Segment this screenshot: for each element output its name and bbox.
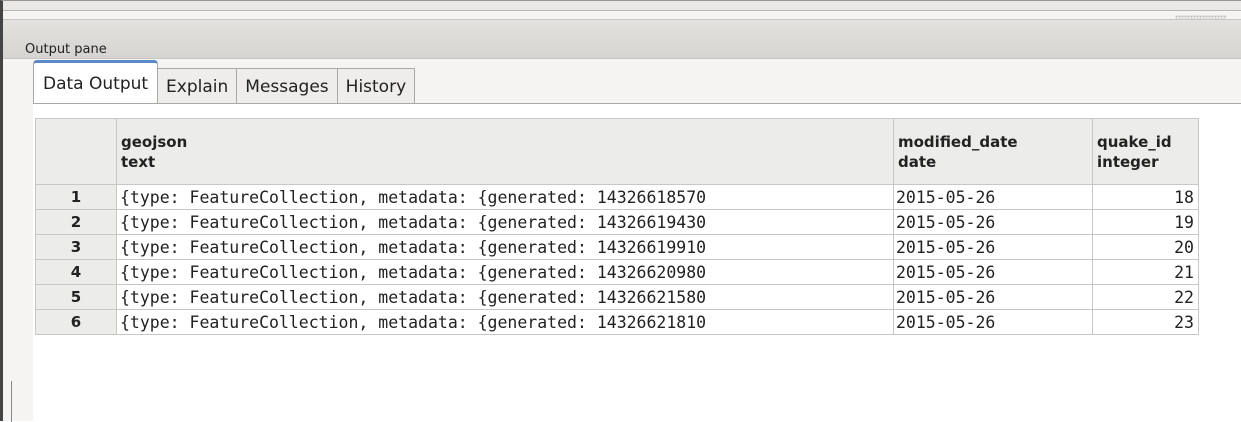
cell-geojson[interactable]: {type: FeatureCollection, metadata: {gen… xyxy=(116,259,894,285)
tab-messages[interactable]: Messages xyxy=(237,68,338,104)
results-grid: geojson text modified_date date quake_id… xyxy=(35,118,1199,335)
pane-splitter[interactable] xyxy=(3,1,1241,11)
cell-modified-date[interactable]: 2015-05-26 xyxy=(893,284,1093,310)
output-pane-window: Output pane Data Output Explain Messages… xyxy=(0,0,1241,422)
column-header-geojson[interactable]: geojson text xyxy=(116,118,894,185)
row-number[interactable]: 6 xyxy=(35,309,117,335)
grid-header-row: geojson text modified_date date quake_id… xyxy=(35,118,1199,185)
output-tabs: Data Output Explain Messages History xyxy=(33,59,416,104)
cell-geojson[interactable]: {type: FeatureCollection, metadata: {gen… xyxy=(116,309,894,335)
row-number[interactable]: 1 xyxy=(35,184,117,210)
grid-corner-cell[interactable] xyxy=(35,118,117,185)
cell-quake-id[interactable]: 18 xyxy=(1092,184,1199,210)
cell-quake-id[interactable]: 22 xyxy=(1092,284,1199,310)
pane-left-edge xyxy=(11,381,12,422)
row-number[interactable]: 3 xyxy=(35,234,117,260)
table-row[interactable]: 2 {type: FeatureCollection, metadata: {g… xyxy=(35,209,1199,235)
cell-quake-id[interactable]: 21 xyxy=(1092,259,1199,285)
column-type: integer xyxy=(1097,152,1159,171)
column-name: geojson xyxy=(121,132,188,151)
cell-geojson[interactable]: {type: FeatureCollection, metadata: {gen… xyxy=(116,234,894,260)
cell-geojson[interactable]: {type: FeatureCollection, metadata: {gen… xyxy=(116,184,894,210)
cell-quake-id[interactable]: 20 xyxy=(1092,234,1199,260)
column-name: modified_date xyxy=(898,132,1018,151)
tab-data-output[interactable]: Data Output xyxy=(33,60,159,104)
tab-history[interactable]: History xyxy=(337,68,416,104)
table-row[interactable]: 5 {type: FeatureCollection, metadata: {g… xyxy=(35,284,1199,310)
cell-modified-date[interactable]: 2015-05-26 xyxy=(893,234,1093,260)
cell-geojson[interactable]: {type: FeatureCollection, metadata: {gen… xyxy=(116,284,894,310)
column-type: text xyxy=(121,152,156,171)
column-name: quake_id xyxy=(1097,132,1172,151)
column-header-quake-id[interactable]: quake_id integer xyxy=(1092,118,1199,185)
table-row[interactable]: 1 {type: FeatureCollection, metadata: {g… xyxy=(35,184,1199,210)
row-number[interactable]: 4 xyxy=(35,259,117,285)
table-row[interactable]: 3 {type: FeatureCollection, metadata: {g… xyxy=(35,234,1199,260)
cell-modified-date[interactable]: 2015-05-26 xyxy=(893,259,1093,285)
cell-modified-date[interactable]: 2015-05-26 xyxy=(893,209,1093,235)
tab-explain[interactable]: Explain xyxy=(158,68,238,104)
pane-title: Output pane xyxy=(25,42,107,57)
table-row[interactable]: 4 {type: FeatureCollection, metadata: {g… xyxy=(35,259,1199,285)
column-type: date xyxy=(898,152,937,171)
row-number[interactable]: 5 xyxy=(35,284,117,310)
column-header-modified-date[interactable]: modified_date date xyxy=(893,118,1093,185)
cell-quake-id[interactable]: 19 xyxy=(1092,209,1199,235)
cell-modified-date[interactable]: 2015-05-26 xyxy=(893,309,1093,335)
cell-modified-date[interactable]: 2015-05-26 xyxy=(893,184,1093,210)
cell-quake-id[interactable]: 23 xyxy=(1092,309,1199,335)
pane-title-bar: Output pane xyxy=(3,19,1241,59)
row-number[interactable]: 2 xyxy=(35,209,117,235)
table-row[interactable]: 6 {type: FeatureCollection, metadata: {g… xyxy=(35,309,1199,335)
cell-geojson[interactable]: {type: FeatureCollection, metadata: {gen… xyxy=(116,209,894,235)
